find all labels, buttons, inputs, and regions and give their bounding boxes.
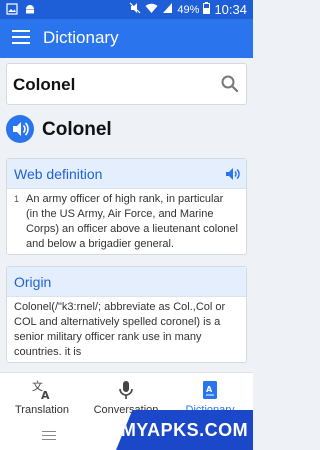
recent-apps-icon[interactable] [42,431,56,443]
microphone-icon [116,379,136,401]
dictionary-icon: A [200,379,220,401]
entry-header: Colonel [6,113,247,149]
origin-card: Origin Colonel(/"k3:rnel/; abbreviate as… [6,266,247,363]
image-icon [6,3,18,18]
origin-text: Colonel(/"k3:rnel/; abbreviate as Col.,C… [14,301,226,358]
search-input[interactable]: Colonel [13,75,75,95]
origin-heading: Origin [14,274,52,290]
speaker-icon[interactable] [225,167,241,181]
status-bar: 49% 10:34 [0,0,253,19]
nav-translation[interactable]: 文A Translation [0,379,84,421]
app-bar: Dictionary [0,19,253,58]
status-time: 10:34 [214,2,247,17]
battery-level: 49% [177,3,200,16]
watermark: MYAPKS.COM [116,410,253,450]
wifi-icon [145,2,158,17]
web-definition-heading: Web definition [14,166,103,182]
svg-text:A: A [206,385,213,394]
search-icon[interactable] [220,74,240,94]
definition-number: 1 [14,194,20,204]
web-definition-card: Web definition 1 An army officer of high… [6,158,247,255]
svg-text:A: A [41,389,50,401]
signal-icon [162,2,173,17]
origin-header: Origin [7,267,246,297]
definition-item: 1 An army officer of high rank, in parti… [14,192,238,252]
definition-text: An army officer of high rank, in particu… [26,193,238,250]
android-icon [24,3,36,18]
search-box[interactable]: Colonel [6,63,247,105]
web-definition-header: Web definition [7,159,246,189]
translate-icon: 文A [32,379,52,402]
speaker-icon[interactable] [6,115,34,143]
nav-translation-label: Translation [14,404,69,416]
entry-word: Colonel [42,119,112,140]
battery-icon [203,2,211,17]
mute-icon [129,2,141,17]
page-title: Dictionary [43,28,119,47]
hamburger-menu-icon[interactable] [12,30,30,46]
